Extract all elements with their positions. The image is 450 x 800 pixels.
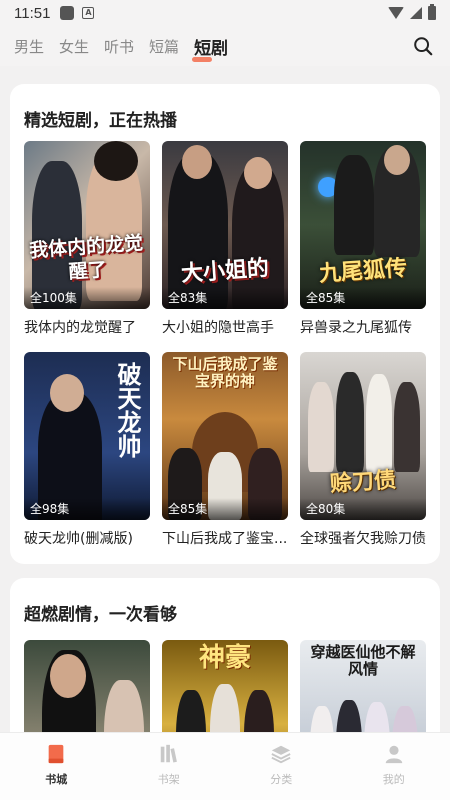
drama-card[interactable]: 大小姐的 全83集 大小姐的隐世高手: [162, 141, 288, 337]
drama-title: 大小姐的隐世高手: [162, 320, 274, 336]
tab-short-drama[interactable]: 短剧: [192, 34, 229, 62]
status-time: 11:51: [14, 4, 51, 22]
nav-label: 我的: [382, 773, 405, 786]
cover-title-art: 穿越医仙他不解风情: [310, 643, 416, 678]
profile-icon: [385, 745, 402, 764]
drama-cover[interactable]: 九尾狐传 全85集: [300, 141, 426, 309]
cover-title-art: 神豪: [198, 643, 251, 673]
tab-male[interactable]: 男生: [14, 36, 44, 57]
wifi-icon: [388, 7, 404, 19]
drama-card[interactable]: 赊刀债 全80集 全球强者欠我赊刀债: [300, 352, 426, 548]
drama-card[interactable]: 九尾狐传 全85集 异兽录之九尾狐传: [300, 141, 426, 337]
category-layers-icon: [271, 745, 291, 764]
main-content: 精选短剧，正在热播 我体内的龙觉醒了 全100集 我体内的龙觉醒了 大小姐的 全…: [0, 66, 450, 732]
book-store-icon: [48, 744, 64, 764]
nav-label: 书架: [157, 773, 180, 786]
episode-count-badge: 全85集: [162, 498, 288, 520]
nav-label: 书城: [45, 773, 68, 786]
drama-title: 我体内的龙觉醒了: [24, 320, 136, 336]
drama-cover[interactable]: 我体内的龙觉醒了 全100集: [24, 141, 150, 309]
drama-title: 下山后我成了鉴宝...: [162, 531, 288, 547]
category-tabs: 男生 女生 听书 短篇 短剧: [0, 26, 450, 66]
episode-count-badge: 全100集: [24, 287, 150, 309]
nav-category[interactable]: 分类: [225, 733, 338, 800]
episode-count-badge: 全98集: [24, 498, 150, 520]
signal-icon: [410, 7, 422, 19]
a-notification-icon: A: [82, 7, 95, 19]
drama-cover[interactable]: [24, 640, 150, 732]
tab-audiobook[interactable]: 听书: [104, 36, 134, 57]
drama-cover[interactable]: 破天龙帅 全98集: [24, 352, 150, 520]
status-indicators: [388, 4, 436, 20]
section-title: 超燃剧情，一次看够: [24, 605, 177, 625]
cover-title-art: 我体内的龙觉醒了: [28, 232, 144, 284]
section-title: 精选短剧，正在热播: [24, 111, 177, 131]
tab-short-drama-label: 短剧: [194, 38, 229, 59]
episode-count-badge: 全85集: [300, 287, 426, 309]
drama-card[interactable]: 破天龙帅 全98集 破天龙帅(删减版): [24, 352, 150, 548]
notification-icon: [60, 6, 75, 20]
nav-book-store[interactable]: 书城: [0, 733, 113, 800]
bottom-navigation: 书城 书架 分类 我的: [0, 732, 450, 800]
drama-card[interactable]: [24, 640, 150, 732]
nav-label: 分类: [270, 773, 293, 786]
featured-drama-section: 精选短剧，正在热播 我体内的龙觉醒了 全100集 我体内的龙觉醒了 大小姐的 全…: [10, 84, 440, 564]
drama-title: 破天龙帅(删减版): [24, 531, 133, 547]
tab-short-story[interactable]: 短篇: [149, 36, 179, 57]
drama-title: 异兽录之九尾狐传: [300, 320, 412, 336]
bookshelf-icon: [160, 744, 177, 763]
drama-card[interactable]: 我体内的龙觉醒了 全100集 我体内的龙觉醒了: [24, 141, 150, 337]
cover-title-art: 破天龙帅: [113, 362, 142, 458]
drama-card[interactable]: 神豪: [162, 640, 288, 732]
tab-female[interactable]: 女生: [59, 36, 89, 57]
exciting-drama-section: 超燃剧情，一次看够 神豪 穿越医仙他不解风情: [10, 578, 440, 732]
episode-count-badge: 全83集: [162, 287, 288, 309]
drama-cover[interactable]: 穿越医仙他不解风情: [300, 640, 426, 732]
drama-cover[interactable]: 大小姐的 全83集: [162, 141, 288, 309]
drama-cover[interactable]: 神豪: [162, 640, 288, 732]
drama-cover[interactable]: 赊刀债 全80集: [300, 352, 426, 520]
status-bar: 11:51 A: [0, 0, 450, 26]
drama-card[interactable]: 穿越医仙他不解风情: [300, 640, 426, 732]
drama-title: 全球强者欠我赊刀债: [300, 531, 426, 547]
episode-count-badge: 全80集: [300, 498, 426, 520]
drama-card[interactable]: 下山后我成了鉴宝界的神 全85集 下山后我成了鉴宝...: [162, 352, 288, 548]
cover-title-art: 下山后我成了鉴宝界的神: [172, 355, 278, 390]
nav-bookshelf[interactable]: 书架: [113, 733, 226, 800]
battery-icon: [428, 4, 436, 20]
search-icon[interactable]: [412, 35, 434, 57]
nav-profile[interactable]: 我的: [338, 733, 450, 800]
drama-cover[interactable]: 下山后我成了鉴宝界的神 全85集: [162, 352, 288, 520]
